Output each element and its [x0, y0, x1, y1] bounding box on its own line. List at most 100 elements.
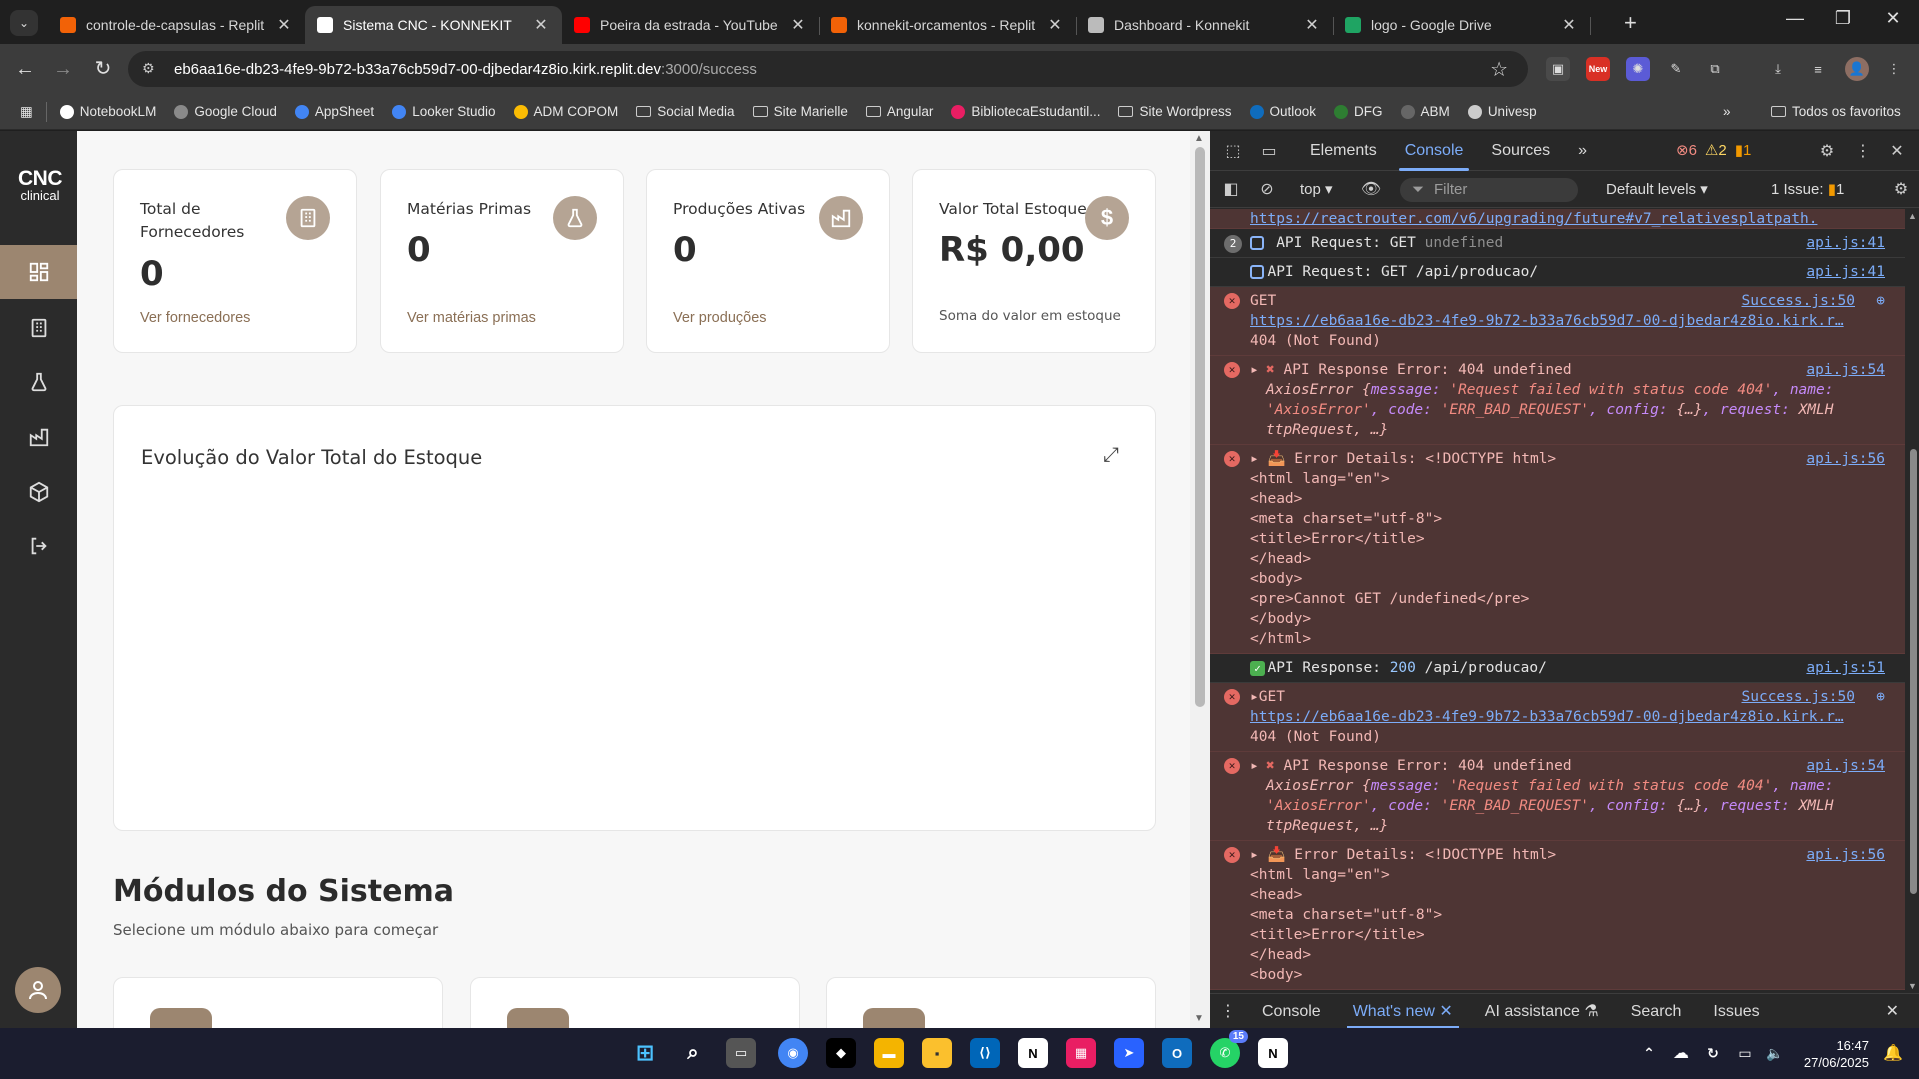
all-bookmarks-folder[interactable]: Todos os favoritos	[1762, 104, 1910, 119]
request-url[interactable]: https://eb6aa16e-db23-4fe9-9b72-b33a76cb…	[1250, 313, 1844, 329]
close-tab-icon[interactable]: ✕	[1560, 15, 1578, 35]
devtools-menu-kebab-icon[interactable]: ⋮	[1852, 141, 1874, 161]
bookmark-item[interactable]: Looker Studio	[383, 104, 504, 119]
download-icon[interactable]: ⤓	[1766, 57, 1790, 81]
profile-avatar-icon[interactable]: 👤	[1845, 57, 1869, 81]
system-clock[interactable]: 16:47 27/06/2025	[1804, 1037, 1869, 1071]
tab-search-button[interactable]: ⌄	[10, 10, 38, 36]
extension-new-badge-icon[interactable]: New	[1586, 57, 1610, 81]
source-link[interactable]: api.js:54	[1806, 756, 1885, 776]
stat-card-stock-value[interactable]: Valor Total Estoque R$ 0,00 Soma do valo…	[912, 169, 1156, 353]
back-arrow-icon[interactable]: ←	[12, 56, 38, 82]
tray-chevron-up-icon[interactable]: ⌃	[1634, 1038, 1664, 1068]
expand-triangle-icon[interactable]: ▸	[1250, 360, 1259, 380]
whatsapp-icon[interactable]: ✆ 15	[1210, 1030, 1248, 1068]
bookmark-item[interactable]: Social Media	[627, 104, 743, 119]
notifications-bell-icon[interactable]: 🔔	[1878, 1038, 1908, 1068]
scrollbar-thumb[interactable]	[1910, 449, 1917, 894]
app-icon[interactable]: ◆	[826, 1038, 856, 1068]
outlook-icon[interactable]: O	[1162, 1038, 1192, 1068]
stat-link[interactable]: Ver matérias primas	[407, 310, 536, 326]
scroll-down-arrow-icon[interactable]: ▼	[1194, 1013, 1204, 1024]
power-automate-icon[interactable]: ➤	[1114, 1038, 1144, 1068]
browser-tab[interactable]: Poeira da estrada - YouTube ✕	[562, 6, 820, 44]
brand-logo[interactable]: CNC clinical	[12, 168, 68, 202]
bookmark-item[interactable]: Site Wordpress	[1109, 104, 1240, 119]
filter-input[interactable]: ⏷ Filter	[1400, 178, 1578, 202]
message-link[interactable]: https://reactrouter.com/v6/upgrading/fut…	[1250, 211, 1817, 227]
source-link[interactable]: api.js:51	[1806, 658, 1885, 678]
bookmark-item[interactable]: NotebookLM	[51, 104, 166, 119]
bookmark-item[interactable]: BibliotecaEstudantil...	[942, 104, 1109, 119]
browser-tab[interactable]: Sistema CNC - KONNEKIT ✕	[305, 6, 562, 44]
eyedropper-icon[interactable]: ✎	[1664, 57, 1688, 81]
scroll-up-arrow-icon[interactable]: ▲	[1194, 133, 1204, 144]
inspect-element-icon[interactable]: ⬚	[1222, 141, 1244, 161]
drawer-tab-ai-assistance[interactable]: AI assistance ⚗	[1469, 994, 1615, 1029]
chrome-icon[interactable]: ◉	[778, 1038, 808, 1068]
stat-card-suppliers[interactable]: Total de Fornecedores 0 Ver fornecedores	[113, 169, 357, 353]
volume-icon[interactable]: 🔈	[1760, 1038, 1790, 1068]
task-view-icon[interactable]: ▭	[726, 1038, 756, 1068]
drawer-tab-issues[interactable]: Issues	[1697, 994, 1775, 1029]
apps-grid-icon[interactable]: ▦	[0, 104, 42, 120]
notion-icon[interactable]: N	[1018, 1038, 1048, 1068]
menu-kebab-icon[interactable]: ⋮	[1882, 57, 1906, 81]
live-expression-eye-icon[interactable]: 👁	[1360, 179, 1382, 199]
close-drawer-icon[interactable]: ✕	[1870, 994, 1915, 1029]
scrollbar-thumb[interactable]	[1195, 147, 1205, 707]
issues-link[interactable]: 1 Issue: ▮1	[1771, 180, 1844, 198]
devtools-counters[interactable]: ⊗6 ⚠2 ▮1	[1676, 141, 1751, 159]
source-link[interactable]: api.js:56	[1806, 449, 1885, 469]
close-window-icon[interactable]: ✕	[1868, 8, 1918, 29]
sync-icon[interactable]: ↻	[1698, 1038, 1728, 1068]
bookmark-item[interactable]: ADM COPOM	[505, 104, 628, 119]
drawer-menu-kebab-icon[interactable]: ⋮	[1210, 994, 1246, 1029]
device-toolbar-icon[interactable]: ▭	[1258, 141, 1280, 161]
tab-elements[interactable]: Elements	[1296, 131, 1391, 171]
log-levels-dropdown[interactable]: Default levels ▾	[1606, 180, 1708, 198]
close-tab-icon[interactable]: ✕	[1046, 15, 1064, 35]
sidebar-item-suppliers[interactable]	[0, 301, 77, 355]
search-icon[interactable]: ⌕	[678, 1038, 708, 1068]
site-info-icon[interactable]: ⚙	[142, 60, 160, 78]
network-globe-icon[interactable]: ⊕	[1876, 687, 1885, 707]
browser-tab[interactable]: logo - Google Drive ✕	[1333, 6, 1591, 44]
source-link[interactable]: api.js:56	[1806, 845, 1885, 865]
expand-triangle-icon[interactable]: ▸	[1250, 847, 1259, 863]
context-selector[interactable]: top ▾	[1300, 180, 1333, 198]
drawer-tab-console[interactable]: Console	[1246, 994, 1337, 1029]
new-tab-plus-icon[interactable]: +	[1624, 10, 1637, 36]
sidebar-toggle-icon[interactable]: ◧	[1220, 179, 1242, 199]
more-tabs-chevron-icon[interactable]: »	[1564, 131, 1601, 171]
module-card[interactable]	[470, 977, 800, 1028]
console-scrollbar[interactable]: ▲ ▼	[1907, 209, 1919, 993]
address-bar[interactable]: ⚙ eb6aa16e-db23-4fe9-9b72-b33a76cb59d7-0…	[128, 51, 1528, 87]
sidebar-item-raw-materials[interactable]	[0, 355, 77, 409]
reload-icon[interactable]: ↻	[90, 56, 116, 82]
bookmark-item[interactable]: Google Cloud	[165, 104, 286, 119]
expand-triangle-icon[interactable]: ▸	[1250, 451, 1259, 467]
bookmark-star-icon[interactable]: ☆	[1490, 57, 1508, 82]
module-card[interactable]	[826, 977, 1156, 1028]
extensions-puzzle-icon[interactable]: ⧉	[1703, 57, 1727, 81]
stat-card-raw-materials[interactable]: Matérias Primas 0 Ver matérias primas	[380, 169, 624, 353]
expand-triangle-icon[interactable]: ▸	[1250, 756, 1259, 776]
media-control-icon[interactable]: ≡	[1806, 57, 1830, 81]
bookmark-item[interactable]: Site Marielle	[744, 104, 857, 119]
module-card[interactable]	[113, 977, 443, 1028]
bookmark-item[interactable]: DFG	[1325, 104, 1392, 119]
tab-console[interactable]: Console	[1391, 131, 1478, 171]
close-devtools-icon[interactable]: ✕	[1886, 141, 1908, 161]
windows-start-icon[interactable]: ⊞	[630, 1038, 660, 1068]
browser-tab[interactable]: Dashboard - Konnekit ✕	[1076, 6, 1334, 44]
stat-link[interactable]: Ver fornecedores	[140, 310, 250, 326]
bookmark-item[interactable]: Univesp	[1459, 104, 1546, 119]
network-globe-icon[interactable]: ⊕	[1876, 291, 1885, 311]
browser-tab[interactable]: controle-de-capsulas - Replit ✕	[48, 6, 306, 44]
sidebar-item-dashboard[interactable]	[0, 245, 77, 299]
source-link[interactable]: Success.js:50	[1742, 687, 1856, 707]
scroll-down-arrow-icon[interactable]: ▼	[1908, 981, 1917, 991]
source-link[interactable]: api.js:41	[1806, 233, 1885, 253]
close-tab-icon[interactable]: ✕	[275, 15, 293, 35]
